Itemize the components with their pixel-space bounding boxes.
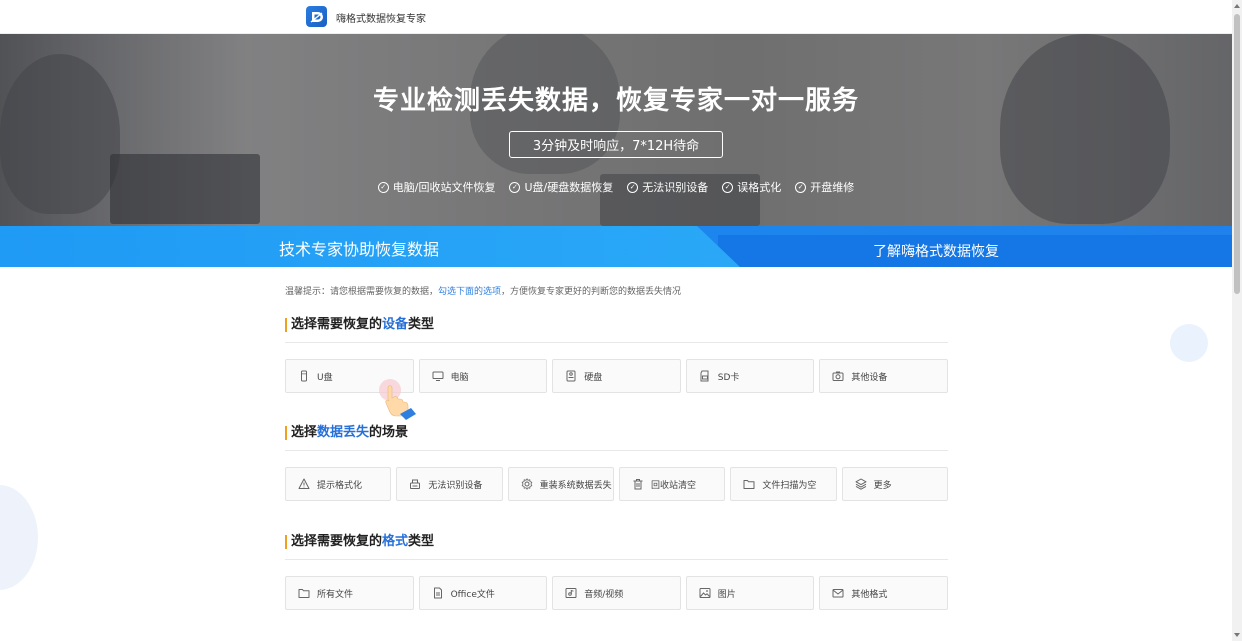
feature-list: ✓ 电脑/回收站文件恢复 ✓ U盘/硬盘数据恢复 ✓ 无法识别设备 ✓ 误格式化 ✓ 开盘… <box>0 179 1232 195</box>
check-icon: ✓ <box>377 181 389 193</box>
document-icon <box>433 587 442 599</box>
hero-subtitle: 3分钟及时响应，7*12H待命 <box>509 131 723 158</box>
option-harddisk[interactable]: 硬盘 <box>552 359 681 393</box>
option-reinstall-system[interactable]: 重装系统数据丢失 <box>507 467 614 501</box>
option-images[interactable]: 图片 <box>685 576 815 610</box>
harddisk-icon <box>566 370 576 382</box>
scroll-up-icon[interactable] <box>1234 4 1240 8</box>
option-computer[interactable]: 电脑 <box>418 359 548 393</box>
banner-tab-expert[interactable]: 技术专家协助恢复数据 <box>279 236 439 260</box>
page-scrollbar[interactable] <box>1232 0 1242 641</box>
feature-item: ✓ 无法识别设备 <box>627 179 708 195</box>
feature-item: ✓ 开盘维修 <box>795 179 854 195</box>
background-decoration <box>1170 324 1208 362</box>
option-other-device[interactable]: 其他设备 <box>819 359 948 393</box>
top-header: 嗨格式数据恢复专家 <box>0 0 1232 34</box>
logo-icon[interactable] <box>306 6 327 27</box>
layers-icon <box>855 478 867 490</box>
image-icon <box>699 588 711 598</box>
hero-title: 专业检测丢失数据，恢复专家一对一服务 <box>372 86 859 116</box>
feature-item: ✓ 电脑/回收站文件恢复 <box>377 179 495 195</box>
option-other-formats[interactable]: 其他格式 <box>819 576 948 610</box>
monitor-icon <box>432 371 444 381</box>
media-icon <box>565 588 577 598</box>
settings-icon <box>521 478 533 490</box>
check-icon: ✓ <box>795 181 807 193</box>
option-sdcard[interactable]: SD卡 <box>685 359 815 393</box>
section-title-format: 选择需要恢复的格式类型 <box>285 535 434 549</box>
option-scan-empty[interactable]: 文件扫描为空 <box>730 467 837 501</box>
option-recycle-bin-empty[interactable]: 回收站清空 <box>618 467 726 501</box>
option-more[interactable]: 更多 <box>841 467 948 501</box>
tip-text: 温馨提示：请您根据需要恢复的数据，勾选下面的选项，方便恢复专家更好的判断您的数据… <box>285 287 682 297</box>
check-icon: ✓ <box>722 181 734 193</box>
brand-name[interactable]: 嗨格式数据恢复专家 <box>336 10 426 25</box>
format-options: 所有文件 Office文件 音频/视频 图片 其他格式 <box>285 576 948 610</box>
warning-icon <box>298 478 310 489</box>
option-audio-video[interactable]: 音频/视频 <box>552 576 681 610</box>
device-icon <box>410 479 421 489</box>
option-office-files[interactable]: Office文件 <box>418 576 548 610</box>
banner-tab-about[interactable]: 了解嗨格式数据恢复 <box>873 241 999 261</box>
check-icon: ✓ <box>509 181 521 193</box>
feature-item: ✓ U盘/硬盘数据恢复 <box>509 179 613 195</box>
pointer-hand-icon <box>379 379 416 420</box>
camera-icon <box>832 371 844 381</box>
scrollbar-thumb[interactable] <box>1234 14 1240 294</box>
folder-icon <box>298 589 310 598</box>
section-banner: 技术专家协助恢复数据 了解嗨格式数据恢复 <box>0 226 1232 267</box>
option-format-prompt[interactable]: 提示格式化 <box>285 467 392 501</box>
background-decoration <box>0 485 38 590</box>
section-title-scene: 选择数据丢失的场景 <box>285 426 408 440</box>
feature-item: ✓ 误格式化 <box>722 179 781 195</box>
usb-icon <box>301 370 307 382</box>
option-unrecognized-device[interactable]: 无法识别设备 <box>396 467 503 501</box>
sdcard-icon <box>700 370 709 382</box>
folder-icon <box>743 480 755 489</box>
scroll-down-icon[interactable] <box>1234 633 1240 637</box>
check-icon: ✓ <box>627 181 639 193</box>
section-title-device: 选择需要恢复的设备类型 <box>285 318 434 332</box>
trash-icon <box>633 479 643 490</box>
hero-banner: 专业检测丢失数据，恢复专家一对一服务 3分钟及时响应，7*12H待命 ✓ 电脑/回… <box>0 34 1232 226</box>
scene-options: 提示格式化 无法识别设备 重装系统数据丢失 回收站清空 文件扫描为空 更多 <box>285 467 948 501</box>
mail-icon <box>832 589 844 598</box>
option-all-files[interactable]: 所有文件 <box>285 576 414 610</box>
